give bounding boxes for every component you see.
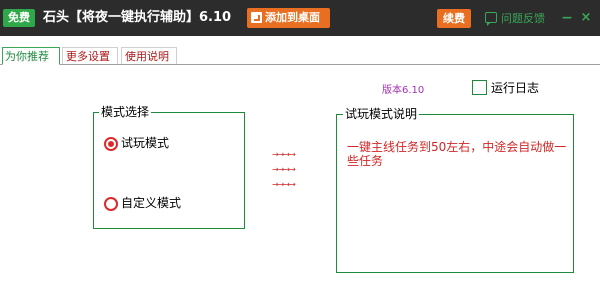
feedback-label: 问题反馈 <box>501 12 545 25</box>
version-label: 版本6.10 <box>382 85 425 96</box>
arrow-row: →→→→ <box>272 150 296 159</box>
tab-more-settings[interactable]: 更多设置 <box>62 47 118 64</box>
free-badge: 免费 <box>3 9 35 27</box>
minimize-button[interactable]: − <box>560 10 574 26</box>
mode-description-group: 试玩模式说明 一键主线任务到50左右，中途会自动做一些任务 <box>336 107 574 273</box>
add-to-desktop-button[interactable]: 添加到桌面 <box>247 8 330 28</box>
tab-recommend[interactable]: 为你推荐 <box>2 47 60 65</box>
renew-button[interactable]: 续费 <box>437 9 471 28</box>
arrow-row: →→→→ <box>272 180 296 189</box>
add-desktop-icon <box>251 12 262 23</box>
tab-instructions[interactable]: 使用说明 <box>121 47 177 64</box>
add-to-desktop-label: 添加到桌面 <box>265 11 320 24</box>
chat-icon <box>485 12 497 26</box>
title-bar: 免费 石头【将夜一键执行辅助】6.10 添加到桌面 续费 问题反馈 − × <box>0 0 600 36</box>
feedback-button[interactable]: 问题反馈 <box>485 10 545 27</box>
run-log-label[interactable]: 运行日志 <box>491 80 539 96</box>
arrow-row: →→→→ <box>272 165 296 174</box>
description-title: 试玩模式说明 <box>343 107 420 121</box>
mode-group-title: 模式选择 <box>99 105 152 119</box>
description-text: 一键主线任务到50左右，中途会自动做一些任务 <box>347 140 567 168</box>
trial-mode-radio[interactable] <box>104 137 118 151</box>
app-title: 石头【将夜一键执行辅助】6.10 <box>43 10 232 25</box>
run-log-checkbox[interactable] <box>472 80 487 95</box>
custom-mode-label[interactable]: 自定义模式 <box>121 195 181 211</box>
mode-select-group: 模式选择 <box>93 105 245 229</box>
trial-mode-label[interactable]: 试玩模式 <box>121 135 169 151</box>
arrow-indicator: →→→→ →→→→ →→→→ <box>272 148 312 190</box>
custom-mode-radio[interactable] <box>104 197 118 211</box>
close-button[interactable]: × <box>579 10 593 26</box>
